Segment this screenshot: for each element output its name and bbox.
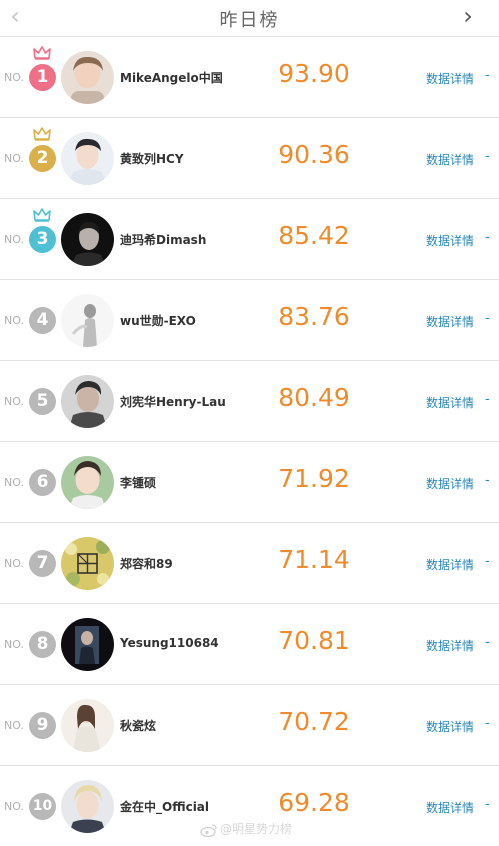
data-detail-link[interactable]: 数据详情: [426, 475, 474, 492]
expand-dash-icon[interactable]: -: [485, 68, 490, 83]
rank-prefix: NO.: [4, 638, 24, 651]
avatar[interactable]: [61, 213, 114, 266]
expand-dash-icon[interactable]: -: [485, 635, 490, 650]
rank-badge: 1: [29, 64, 56, 91]
avatar[interactable]: [61, 375, 114, 428]
rank-badge: 8: [29, 631, 56, 658]
data-detail-link[interactable]: 数据详情: [426, 799, 474, 816]
star-name[interactable]: 刘宪华Henry-Lau: [120, 393, 226, 410]
avatar[interactable]: [61, 51, 114, 104]
avatar[interactable]: [61, 780, 114, 833]
expand-dash-icon[interactable]: -: [485, 473, 490, 488]
avatar[interactable]: [61, 132, 114, 185]
score-value: 85.42: [278, 221, 350, 250]
ranking-row: NO. 6 李锺硕 71.92 数据详情 -: [0, 442, 499, 523]
expand-dash-icon[interactable]: -: [485, 311, 490, 326]
ranking-row: NO. 2 黄致列HCY 90.36 数据详情 -: [0, 118, 499, 199]
rank-prefix: NO.: [4, 800, 24, 813]
expand-dash-icon[interactable]: -: [485, 149, 490, 164]
crown-icon: [33, 208, 51, 222]
avatar[interactable]: [61, 699, 114, 752]
ranking-row: NO. 3 迪玛希Dimash 85.42 数据详情 -: [0, 199, 499, 280]
data-detail-link[interactable]: 数据详情: [426, 70, 474, 87]
rank-prefix: NO.: [4, 476, 24, 489]
avatar[interactable]: [61, 294, 114, 347]
rank-badge: 4: [29, 307, 56, 334]
rank-badge: 2: [29, 145, 56, 172]
rank-badge: 10: [29, 793, 56, 820]
ranking-row: NO. 9 秋瓷炫 70.72 数据详情 -: [0, 685, 499, 766]
star-name[interactable]: 金在中_Official: [120, 798, 209, 815]
score-value: 69.28: [278, 788, 350, 817]
avatar[interactable]: [61, 618, 114, 671]
rank-prefix: NO.: [4, 719, 24, 732]
rank-prefix: NO.: [4, 233, 24, 246]
rank-badge: 5: [29, 388, 56, 415]
expand-dash-icon[interactable]: -: [485, 554, 490, 569]
ranking-row: NO. 1 MikeAngelo中国 93.90 数据详情 -: [0, 37, 499, 118]
watermark: @明星势力榜: [200, 820, 292, 837]
rank-prefix: NO.: [4, 71, 24, 84]
ranking-list: NO. 1 MikeAngelo中国 93.90 数据详情 - NO. 2 黄致…: [0, 37, 499, 846]
star-name[interactable]: 黄致列HCY: [120, 150, 184, 167]
data-detail-link[interactable]: 数据详情: [426, 151, 474, 168]
rank-badge: 7: [29, 550, 56, 577]
score-value: 70.81: [278, 626, 350, 655]
avatar[interactable]: [61, 537, 114, 590]
ranking-row: NO. 8 Yesung110684 70.81 数据详情 -: [0, 604, 499, 685]
ranking-row: NO. 7 郑容和89 71.14 数据详情 -: [0, 523, 499, 604]
rank-prefix: NO.: [4, 314, 24, 327]
star-name[interactable]: 李锺硕: [120, 474, 156, 491]
watermark-text: @明星势力榜: [220, 822, 293, 836]
star-name[interactable]: 秋瓷炫: [120, 717, 156, 734]
data-detail-link[interactable]: 数据详情: [426, 718, 474, 735]
top-bar: ‹ 昨日榜 ›: [0, 0, 499, 37]
expand-dash-icon[interactable]: -: [485, 230, 490, 245]
score-value: 80.49: [278, 383, 350, 412]
next-day-chevron-icon[interactable]: ›: [456, 2, 480, 30]
star-name[interactable]: 郑容和89: [120, 555, 173, 572]
expand-dash-icon[interactable]: -: [485, 392, 490, 407]
rank-badge: 6: [29, 469, 56, 496]
rank-prefix: NO.: [4, 557, 24, 570]
ranking-row: NO. 4 wu世勋-EXO 83.76 数据详情 -: [0, 280, 499, 361]
expand-dash-icon[interactable]: -: [485, 716, 490, 731]
score-value: 83.76: [278, 302, 350, 331]
rank-badge: 3: [29, 226, 56, 253]
ranking-row: NO. 5 刘宪华Henry-Lau 80.49 数据详情 -: [0, 361, 499, 442]
star-name[interactable]: MikeAngelo中国: [120, 69, 223, 86]
expand-dash-icon[interactable]: -: [485, 797, 490, 812]
star-name[interactable]: Yesung110684: [120, 636, 219, 650]
star-name[interactable]: 迪玛希Dimash: [120, 231, 206, 248]
score-value: 71.14: [278, 545, 350, 574]
page-title: 昨日榜: [219, 10, 280, 31]
data-detail-link[interactable]: 数据详情: [426, 556, 474, 573]
crown-icon: [33, 127, 51, 141]
rank-badge: 9: [29, 712, 56, 739]
avatar[interactable]: [61, 456, 114, 509]
rank-prefix: NO.: [4, 152, 24, 165]
weibo-icon: [200, 823, 217, 837]
score-value: 71.92: [278, 464, 350, 493]
data-detail-link[interactable]: 数据详情: [426, 394, 474, 411]
data-detail-link[interactable]: 数据详情: [426, 313, 474, 330]
crown-icon: [33, 46, 51, 60]
star-name[interactable]: wu世勋-EXO: [120, 312, 196, 329]
rank-prefix: NO.: [4, 395, 24, 408]
data-detail-link[interactable]: 数据详情: [426, 232, 474, 249]
score-value: 90.36: [278, 140, 350, 169]
score-value: 70.72: [278, 707, 350, 736]
data-detail-link[interactable]: 数据详情: [426, 637, 474, 654]
score-value: 93.90: [278, 59, 350, 88]
